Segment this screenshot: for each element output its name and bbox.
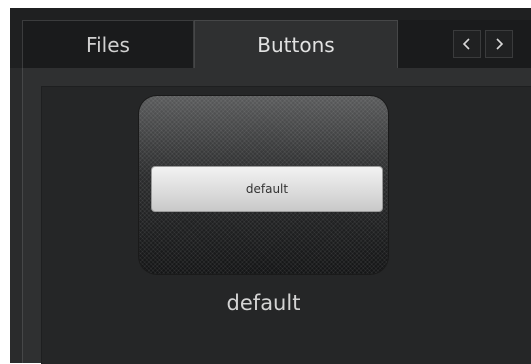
tab-scroll-left-button[interactable] [453, 30, 481, 58]
tab-content: default default [22, 68, 531, 364]
button-gallery-panel: default default [41, 86, 531, 364]
sample-button-label: default [245, 182, 289, 196]
button-style-preview[interactable]: default [139, 96, 388, 274]
tab-files[interactable]: Files [22, 20, 194, 68]
tab-bar: Files Buttons [10, 8, 531, 68]
tab-buttons-label: Buttons [257, 32, 335, 57]
sample-default-button[interactable]: default [151, 166, 383, 212]
tab-files-label: Files [86, 32, 130, 57]
tab-buttons[interactable]: Buttons [194, 20, 398, 68]
chevron-left-icon [462, 38, 470, 50]
button-style-caption: default [226, 291, 301, 315]
chevron-right-icon [496, 38, 504, 50]
tab-scroll-right-button[interactable] [485, 30, 513, 58]
window: Files Buttons default default [10, 8, 531, 364]
